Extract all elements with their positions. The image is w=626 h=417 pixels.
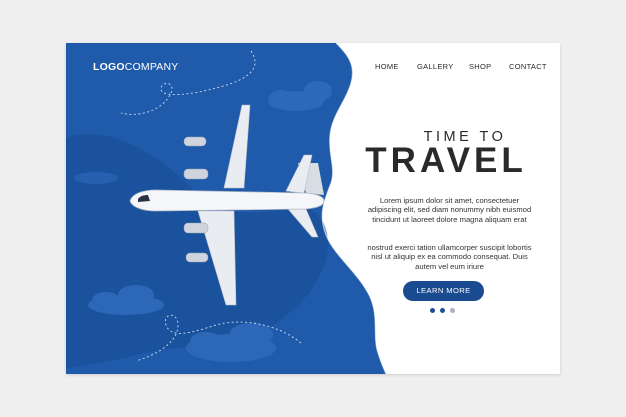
nav-shop[interactable]: SHOP — [469, 62, 491, 71]
logo[interactable]: LOGOCOMPANY — [93, 61, 178, 73]
nav-home[interactable]: HOME — [375, 62, 399, 71]
cloud-icon — [74, 172, 118, 184]
headline-large: TRAVEL — [365, 141, 527, 180]
logo-bold-text: LOGO — [93, 61, 125, 73]
logo-light-text: COMPANY — [124, 61, 179, 73]
carousel-dot[interactable] — [440, 308, 445, 313]
carousel-dot[interactable] — [450, 308, 455, 313]
top-nav: HOME GALLERY SHOP CONTACT — [366, 62, 560, 74]
nav-gallery[interactable]: GALLERY — [417, 62, 454, 71]
learn-more-button[interactable]: LEARN MORE — [403, 281, 484, 301]
nav-contact[interactable]: CONTACT — [509, 62, 547, 71]
carousel-dots — [430, 308, 460, 316]
landing-card: LOGOCOMPANY HOME GALLERY SHOP CONTACT TI… — [66, 43, 560, 374]
carousel-dot[interactable] — [430, 308, 435, 313]
intro-paragraph: Lorem ipsum dolor sit amet, consectetuer… — [367, 196, 532, 224]
secondary-paragraph: nostrud exerci tation ullamcorper suscip… — [367, 243, 532, 271]
